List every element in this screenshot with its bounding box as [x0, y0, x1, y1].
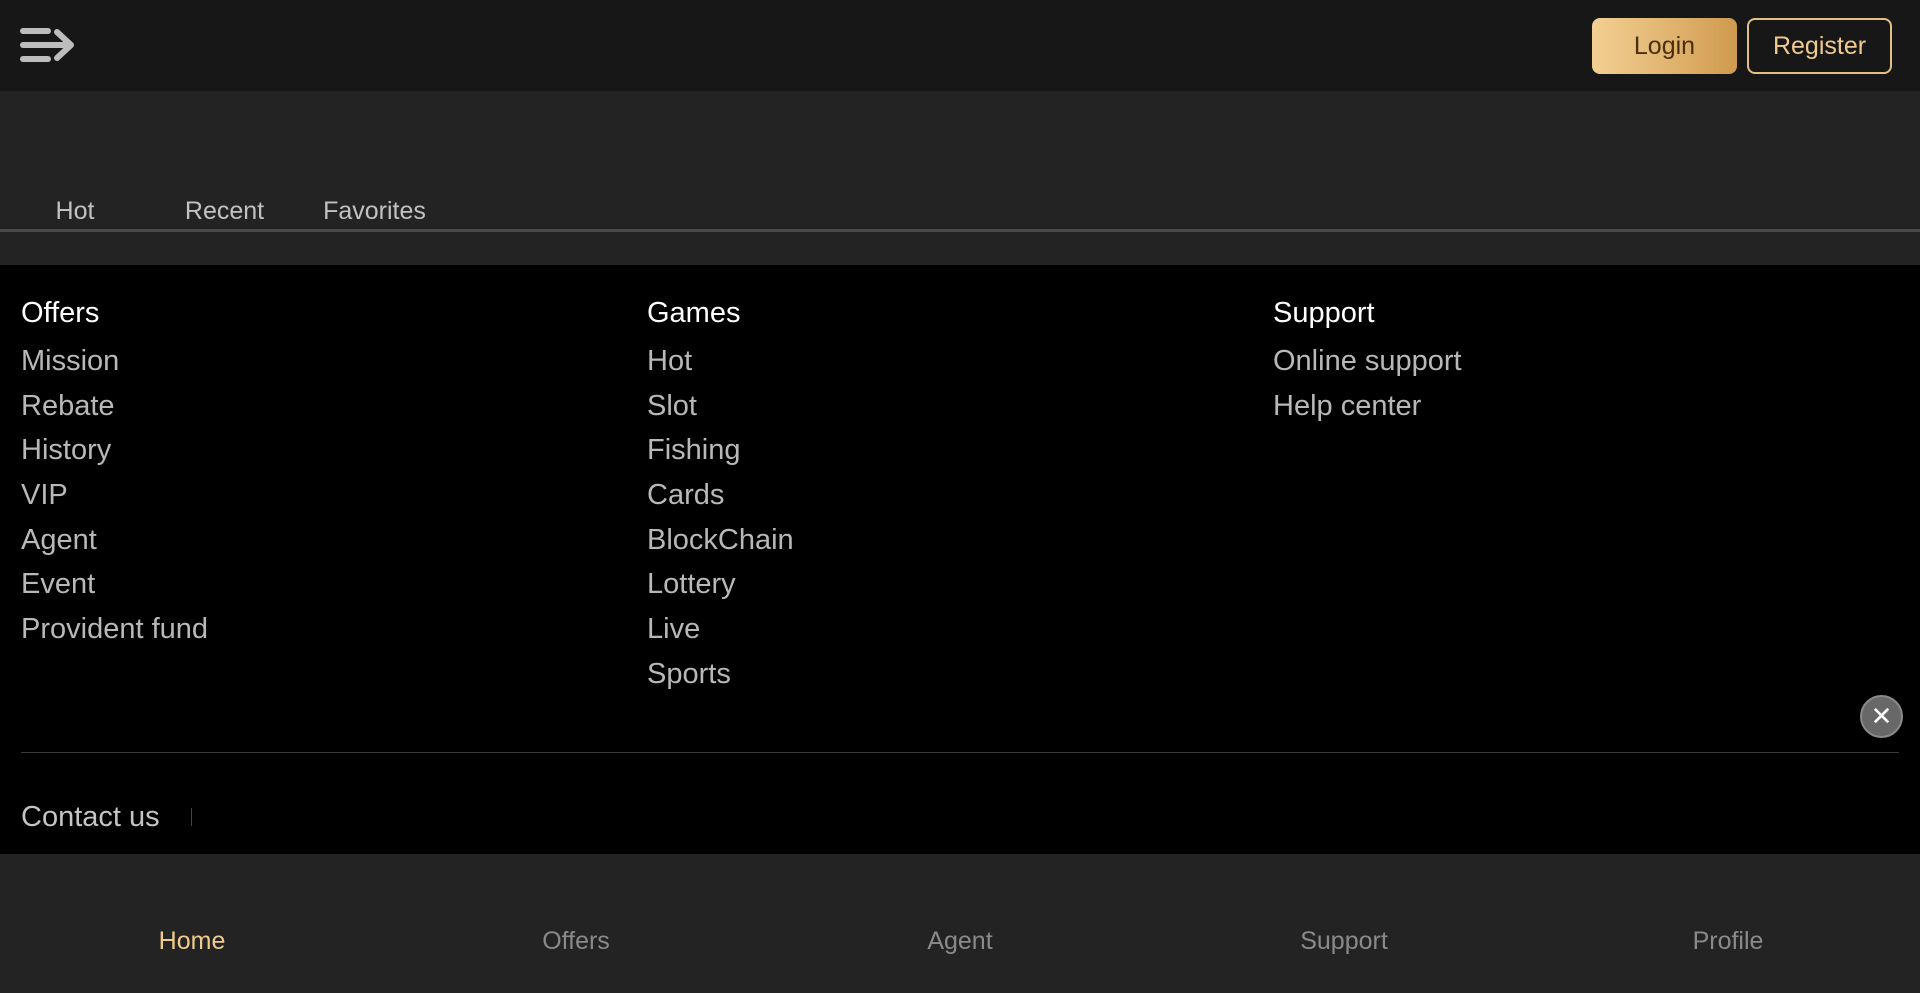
games-link-fishing[interactable]: Fishing: [647, 428, 1147, 473]
tab-recent[interactable]: Recent: [172, 191, 277, 231]
offers-link-provident-fund[interactable]: Provident fund: [21, 607, 521, 652]
bottom-nav-profile[interactable]: Profile: [1536, 854, 1920, 993]
games-link-hot[interactable]: Hot: [647, 339, 1147, 384]
tab-hot[interactable]: Hot: [40, 191, 110, 231]
top-header: Login Register: [0, 0, 1920, 91]
register-button[interactable]: Register: [1747, 18, 1892, 74]
games-link-slot[interactable]: Slot: [647, 384, 1147, 429]
offers-link-vip[interactable]: VIP: [21, 473, 521, 518]
bottom-nav-offers[interactable]: Offers: [384, 854, 768, 993]
close-icon: ✕: [1870, 701, 1893, 731]
bottom-nav-agent[interactable]: Agent: [768, 854, 1152, 993]
bottom-nav-support[interactable]: Support: [1152, 854, 1536, 993]
menu-toggle-button[interactable]: [20, 26, 78, 64]
offers-link-rebate[interactable]: Rebate: [21, 384, 521, 429]
offers-link-event[interactable]: Event: [21, 562, 521, 607]
game-tabs-bar: Hot Recent Favorites: [0, 91, 1920, 265]
games-link-lottery[interactable]: Lottery: [647, 562, 1147, 607]
bottom-nav-home[interactable]: Home: [0, 854, 384, 993]
games-link-cards[interactable]: Cards: [647, 473, 1147, 518]
collapse-menu-arrow-icon: [20, 26, 78, 64]
offers-link-agent[interactable]: Agent: [21, 518, 521, 563]
bottom-nav-bar: Home Offers Agent Support Profile: [0, 854, 1920, 993]
support-column: Support Online support Help center: [1273, 293, 1773, 428]
games-link-live[interactable]: Live: [647, 607, 1147, 652]
offers-link-mission[interactable]: Mission: [21, 339, 521, 384]
footer-divider: [21, 752, 1899, 753]
games-link-blockchain[interactable]: BlockChain: [647, 518, 1147, 563]
games-link-sports[interactable]: Sports: [647, 652, 1147, 697]
tabs-divider: [0, 229, 1920, 232]
contact-separator: [191, 808, 192, 826]
support-heading: Support: [1273, 297, 1375, 329]
games-heading: Games: [647, 297, 741, 329]
offers-link-history[interactable]: History: [21, 428, 521, 473]
offers-heading: Offers: [21, 297, 100, 329]
login-button[interactable]: Login: [1592, 18, 1737, 74]
support-link-help-center[interactable]: Help center: [1273, 384, 1773, 429]
close-button[interactable]: ✕: [1860, 695, 1903, 738]
contact-us-link[interactable]: Contact us: [21, 797, 160, 837]
tab-favorites[interactable]: Favorites: [312, 191, 437, 231]
footer-menu-panel: Offers Mission Rebate History VIP Agent …: [0, 265, 1920, 854]
app-root: Login Register Hot Recent Favorites Offe…: [0, 0, 1920, 993]
offers-column: Offers Mission Rebate History VIP Agent …: [21, 293, 521, 652]
support-link-online-support[interactable]: Online support: [1273, 339, 1773, 384]
games-column: Games Hot Slot Fishing Cards BlockChain …: [647, 293, 1147, 697]
